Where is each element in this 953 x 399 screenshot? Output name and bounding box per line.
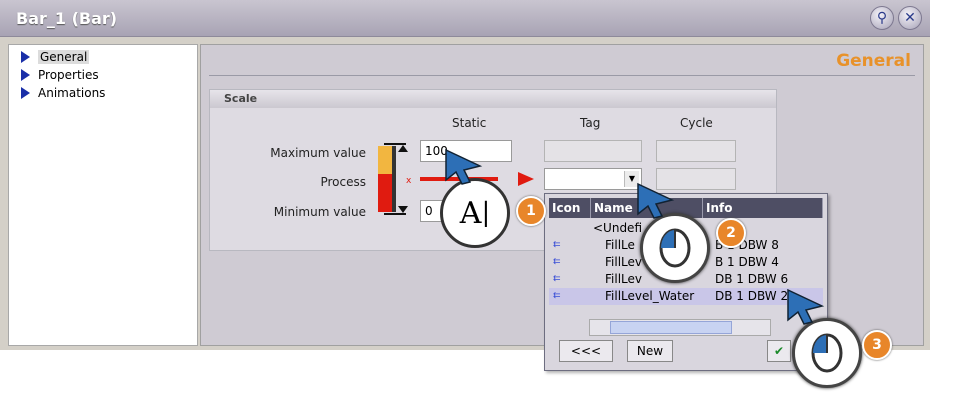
page-title: General bbox=[836, 51, 911, 71]
min-value-label: Minimum value bbox=[273, 205, 366, 219]
ok-icon[interactable]: ✔ bbox=[767, 340, 791, 362]
tag-icon: ⇇ bbox=[553, 274, 561, 284]
nav-item-label: General bbox=[38, 50, 90, 64]
column-tag: Tag bbox=[580, 116, 601, 130]
max-value-cycle-field bbox=[656, 140, 736, 162]
horizontal-scrollbar[interactable] bbox=[589, 319, 771, 336]
column-icon: Icon bbox=[549, 198, 591, 218]
scrollbar-thumb[interactable] bbox=[610, 321, 732, 334]
nav-item-label: Properties bbox=[38, 68, 99, 82]
column-cycle: Cycle bbox=[680, 116, 713, 130]
tag-info: DB 1 DBW 6 bbox=[715, 272, 789, 286]
text-cursor-icon: A | bbox=[440, 178, 510, 248]
column-info: Info bbox=[703, 198, 823, 218]
step-callout: 2 bbox=[716, 218, 746, 248]
mouse-icon bbox=[659, 228, 691, 268]
close-icon[interactable]: ✕ bbox=[898, 6, 922, 30]
step-callout: 3 bbox=[862, 330, 892, 360]
nav-item-properties[interactable]: Properties bbox=[21, 67, 99, 83]
nav-item-label: Animations bbox=[38, 86, 106, 100]
max-value-tag-field bbox=[544, 140, 642, 162]
header-divider bbox=[209, 75, 915, 76]
window-title: Bar_1 (Bar) bbox=[16, 9, 118, 28]
tag-info: DB 1 DBW 2 bbox=[715, 289, 789, 303]
arrow-icon bbox=[21, 69, 30, 81]
pointer-arrow-icon bbox=[445, 148, 483, 185]
pin-icon[interactable]: ⚲ bbox=[870, 6, 894, 30]
tag-icon: ⇇ bbox=[553, 291, 561, 301]
arrow-icon bbox=[21, 51, 30, 63]
title-bar: Bar_1 (Bar) ⚲ ✕ bbox=[0, 0, 930, 37]
pointer-arrow-icon bbox=[637, 182, 675, 219]
tag-name: FillLev bbox=[605, 255, 642, 269]
bar-gauge-icon: x bbox=[378, 143, 412, 215]
list-item-selected[interactable]: ⇇ FillLevel_Water DB 1 DBW 2 bbox=[549, 288, 823, 305]
group-title: Scale bbox=[210, 90, 776, 108]
arrow-icon bbox=[21, 87, 30, 99]
tag-name: FillLevel_Water bbox=[605, 289, 695, 303]
max-value-label: Maximum value bbox=[270, 146, 366, 160]
step-callout: 1 bbox=[516, 196, 546, 226]
process-label: Process bbox=[320, 175, 366, 189]
column-static: Static bbox=[452, 116, 487, 130]
nav-tree: General Properties Animations bbox=[8, 44, 198, 346]
tag-icon: ⇇ bbox=[553, 240, 561, 250]
nav-item-animations[interactable]: Animations bbox=[21, 85, 105, 101]
pointer-arrow-icon bbox=[787, 288, 825, 325]
process-tag-dropdown[interactable]: ▼ bbox=[544, 168, 642, 190]
tag-name: FillLev bbox=[605, 272, 642, 286]
svg-text:x: x bbox=[406, 176, 412, 186]
back-button[interactable]: <<< bbox=[559, 340, 613, 362]
tag-info: B 1 DBW 4 bbox=[715, 255, 779, 269]
new-button[interactable]: New bbox=[627, 340, 673, 362]
tag-icon: ⇇ bbox=[553, 257, 561, 267]
tag-name: FillLe bbox=[605, 238, 635, 252]
mouse-icon bbox=[811, 333, 843, 373]
nav-item-general[interactable]: General bbox=[21, 49, 90, 65]
